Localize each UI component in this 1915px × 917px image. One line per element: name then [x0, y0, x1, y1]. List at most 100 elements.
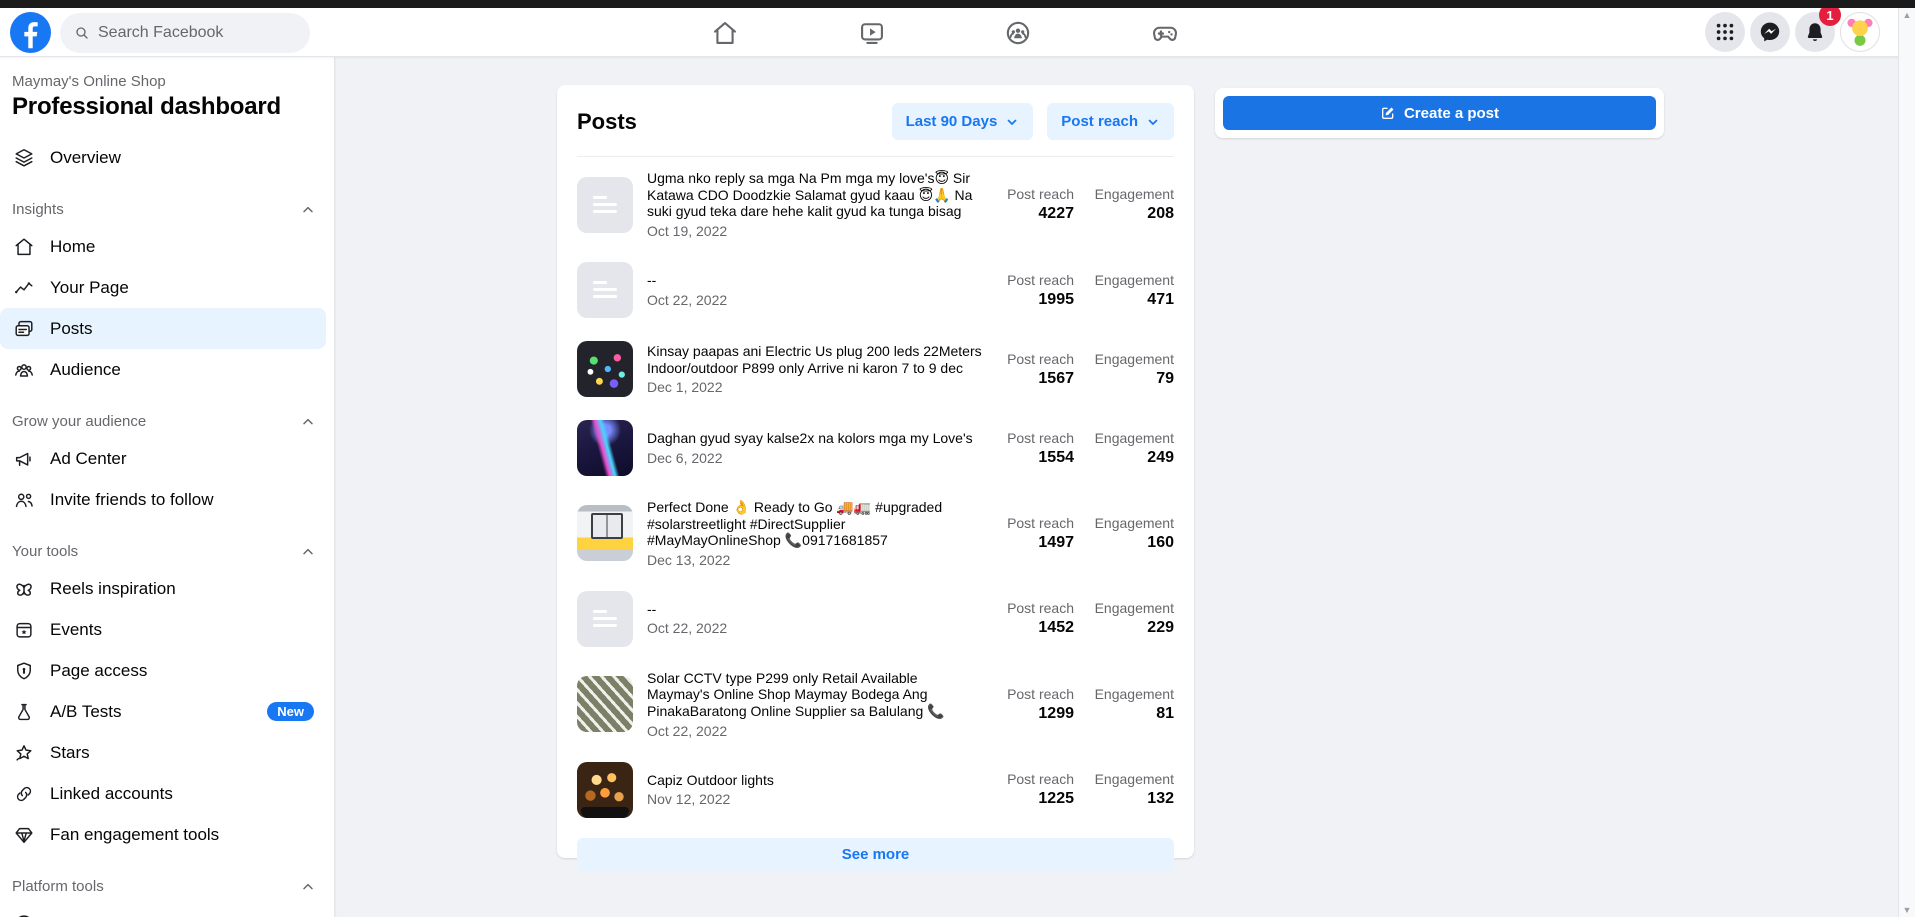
sidebar-item-label: Stars	[50, 742, 90, 762]
posts-icon	[12, 317, 36, 341]
post-reach-value: 4227	[1038, 205, 1074, 222]
sidebar-section-grow-your-audience[interactable]: Grow your audience	[0, 405, 334, 438]
chevron-up-icon[interactable]	[300, 544, 316, 560]
post-text: Solar CCTV type P299 only Retail Availab…	[647, 669, 945, 720]
groups-icon	[1004, 19, 1032, 47]
section-label: Platform tools	[12, 878, 104, 895]
post-thumbnail-lights-blue	[577, 420, 633, 476]
messenger-button[interactable]	[1750, 12, 1790, 52]
apps-menu-button[interactable]	[1705, 12, 1745, 52]
nav-tab-groups[interactable]	[983, 16, 1053, 50]
home-nav-icon	[711, 19, 739, 47]
sidebar-item-your-page[interactable]: Your Page	[0, 267, 326, 308]
post-row[interactable]: Solar CCTV type P299 only Retail Availab…	[577, 670, 1174, 739]
post-row[interactable]: Daghan gyud syay kalse2x na kolors mga m…	[577, 420, 1174, 476]
home-icon	[12, 235, 36, 259]
chevron-up-icon[interactable]	[300, 879, 316, 895]
nav-tab-watch[interactable]	[837, 16, 907, 50]
post-reach-label: Post reach	[1007, 685, 1074, 702]
create-post-button[interactable]: Create a post	[1223, 96, 1656, 130]
shield-lock-icon	[12, 659, 36, 683]
sidebar-item-home[interactable]: Home	[0, 226, 326, 267]
post-reach-label: Post reach	[1007, 429, 1074, 446]
sidebar-item-ad-center[interactable]: Ad Center	[0, 438, 326, 479]
post-reach-value: 1995	[1038, 290, 1074, 308]
sidebar-item-stars[interactable]: Stars	[0, 732, 326, 773]
post-row[interactable]: -- Oct 22, 2022 Post reach 1995 Engagement 47…	[577, 262, 1174, 318]
create-post-label: Create a post	[1403, 104, 1500, 122]
chevron-up-icon[interactable]	[300, 414, 316, 430]
nav-tab-gaming[interactable]	[1130, 16, 1200, 50]
profile-avatar[interactable]	[1840, 12, 1880, 52]
notifications-button[interactable]: 1	[1795, 4, 1841, 52]
post-text: Kinsay paapas ani Electric Us plug 200 l…	[647, 343, 982, 376]
sidebar-item-label: Home	[50, 236, 96, 256]
sidebar-section-platform-tools[interactable]: Platform tools	[0, 870, 334, 903]
main-nav-tabs	[690, 16, 1200, 50]
post-text: Capiz Outdoor lights	[647, 771, 774, 788]
post-thumbnail-solar	[577, 505, 633, 562]
sidebar-item-label: Meta Business Suite	[50, 914, 287, 917]
post-reach-label: Post reach	[1007, 600, 1074, 616]
sidebar-item-audience[interactable]: Audience	[0, 349, 326, 390]
engagement-value: 81	[1156, 704, 1174, 722]
post-row[interactable]: Kinsay paapas ani Electric Us plug 200 l…	[577, 341, 1174, 397]
sidebar-item-label: Events	[50, 619, 102, 639]
post-thumbnail-text-placeholder	[577, 590, 633, 647]
sidebar-item-linked-accounts[interactable]: Linked accounts	[0, 773, 326, 814]
metric-dropdown[interactable]: Post reach	[1047, 103, 1174, 140]
post-reach-value: 1567	[1038, 369, 1074, 387]
date-range-dropdown[interactable]: Last 90 Days	[891, 103, 1034, 140]
sidebar-item-label: Fan engagement tools	[50, 824, 220, 844]
post-text: --	[647, 600, 657, 617]
search-bar[interactable]	[60, 13, 310, 53]
engagement-label: Engagement	[1094, 429, 1174, 446]
post-date: Oct 22, 2022	[647, 291, 728, 308]
sidebar-item-reels-inspiration[interactable]: Reels inspiration	[0, 568, 326, 609]
sidebar-item-page-access[interactable]: Page access	[0, 650, 326, 691]
see-more-button[interactable]: See more	[577, 837, 1174, 872]
sidebar-section-insights[interactable]: Insights	[0, 193, 334, 226]
top-navigation-bar: 1	[0, 4, 1915, 57]
chevron-up-icon[interactable]	[300, 202, 316, 218]
browser-top-strip	[0, 0, 1915, 8]
scroll-up-icon[interactable]: ▲	[1903, 10, 1912, 20]
chevron-down-icon	[1146, 115, 1160, 129]
engagement-label: Engagement	[1094, 600, 1174, 616]
nav-tab-home-nav[interactable]	[690, 16, 760, 50]
chevron-down-icon	[1005, 115, 1019, 129]
diamond-icon	[12, 823, 36, 847]
sidebar-item-events[interactable]: Events	[0, 609, 326, 650]
layers-icon	[12, 146, 36, 170]
create-post-card: Create a post	[1215, 88, 1664, 138]
post-date: Nov 12, 2022	[647, 791, 731, 808]
engagement-value: 79	[1156, 369, 1174, 387]
window-scrollbar[interactable]: ▲ ▼	[1898, 8, 1915, 917]
sidebar-section-your-tools[interactable]: Your tools	[0, 535, 334, 568]
sidebar-item-meta-business-suite[interactable]: Meta Business Suite↗	[0, 903, 326, 917]
engagement-label: Engagement	[1094, 685, 1174, 702]
engagement-label: Engagement	[1094, 514, 1174, 531]
post-row[interactable]: Ugma nko reply sa mga Na Pm mga my love'…	[577, 170, 1174, 239]
sidebar-item-overview[interactable]: Overview	[0, 137, 326, 178]
post-reach-label: Post reach	[1007, 186, 1074, 202]
post-row[interactable]: Perfect Done 👌 Ready to Go 🚚🚛 #upgraded …	[577, 499, 1174, 568]
search-input[interactable]	[98, 24, 278, 42]
post-reach-value: 1225	[1038, 790, 1074, 807]
sidebar-item-a-b-tests[interactable]: A/B Tests New	[0, 691, 326, 732]
compose-icon	[1380, 105, 1396, 121]
scroll-down-icon[interactable]: ▼	[1903, 905, 1912, 915]
sidebar-item-fan-engagement-tools[interactable]: Fan engagement tools	[0, 814, 326, 855]
post-row[interactable]: -- Oct 22, 2022 Post reach 1452 Engagement 22…	[577, 590, 1174, 647]
facebook-logo[interactable]	[10, 12, 51, 53]
post-row[interactable]: Capiz Outdoor lights Nov 12, 2022 Post rea…	[577, 761, 1174, 818]
engagement-value: 229	[1147, 619, 1174, 636]
sidebar-item-label: Linked accounts	[50, 783, 173, 803]
section-label: Insights	[12, 201, 64, 218]
sidebar-item-label: Audience	[50, 359, 121, 379]
sidebar-item-posts[interactable]: Posts	[0, 308, 326, 349]
new-badge: New	[267, 702, 314, 721]
sidebar-item-invite-friends-to-follow[interactable]: Invite friends to follow	[0, 479, 326, 520]
post-reach-label: Post reach	[1007, 514, 1074, 531]
engagement-value: 471	[1147, 290, 1174, 308]
